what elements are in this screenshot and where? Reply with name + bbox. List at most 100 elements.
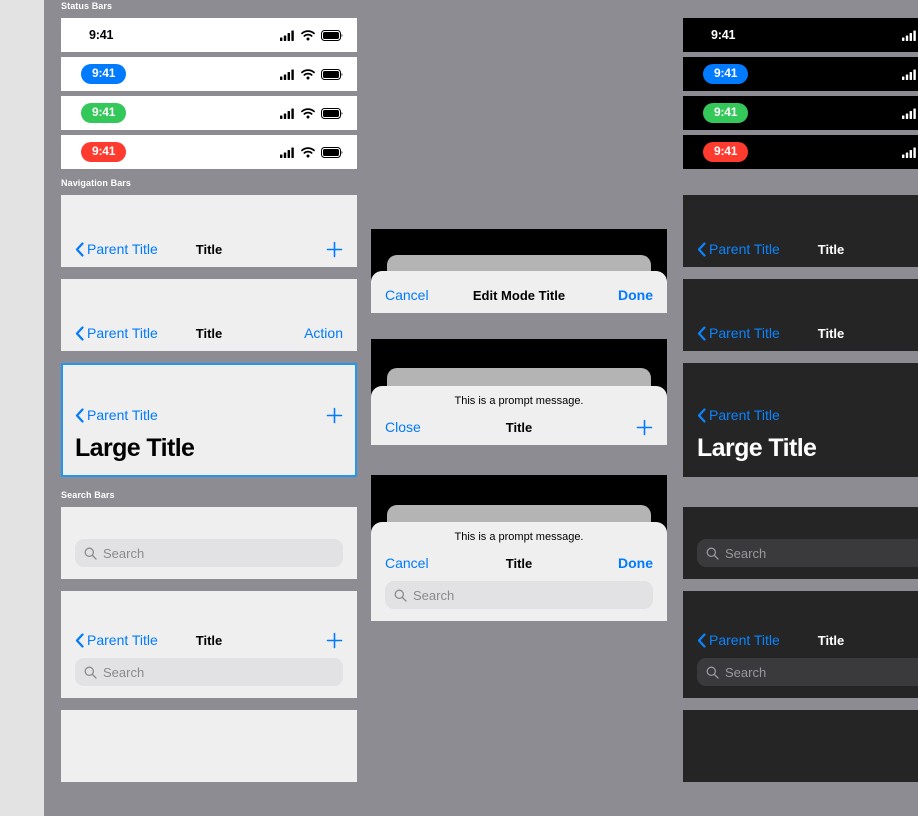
- section-navigation-bars: Navigation Bars Parent Title Title Paren…: [61, 177, 357, 477]
- modal-prompt-nav[interactable]: This is a prompt message. Close Title: [371, 339, 667, 445]
- search-input[interactable]: Search: [385, 581, 653, 609]
- cellular-icon: [280, 69, 294, 80]
- nav-row: Parent Title: [61, 397, 357, 433]
- section-navigation-bars-dark: Navigation Bars Parent Title Title: [683, 177, 918, 477]
- magnifier-icon: [706, 547, 719, 560]
- chevron-left-icon: [75, 241, 84, 257]
- search-placeholder: Search: [725, 545, 767, 561]
- nav-bar-title-action[interactable]: Parent Title Title Action: [61, 279, 357, 351]
- add-button[interactable]: [326, 241, 343, 258]
- status-bar-time-pill: 9:41: [703, 103, 749, 123]
- nav-row: Parent Title Title: [683, 622, 918, 658]
- search-input[interactable]: Search: [75, 658, 343, 686]
- cancel-button[interactable]: Cancel: [385, 287, 429, 303]
- back-button[interactable]: Parent Title: [697, 407, 780, 423]
- nav-bar-title-action-dark[interactable]: Parent Title Title: [683, 279, 918, 351]
- status-bar-icons: [902, 69, 918, 80]
- nav-row: Parent Title Title Action: [61, 315, 357, 351]
- section-label-status-bars: Status Bars: [61, 1, 113, 11]
- close-button[interactable]: Close: [385, 419, 421, 435]
- add-button[interactable]: [636, 419, 653, 436]
- large-title: Large Title: [697, 434, 817, 462]
- section-status-bars-dark: Status Bars 9:41: [683, 0, 918, 169]
- section-status-bars: Status Bars 9:41 9:41 9:41 9:41: [61, 0, 357, 169]
- status-bar-pill-blue-dark[interactable]: 9:41: [683, 57, 918, 91]
- search-bar-partial-clipped-dark[interactable]: [683, 710, 918, 782]
- battery-icon: [321, 68, 343, 80]
- done-button[interactable]: Done: [618, 555, 653, 571]
- cellular-icon: [280, 147, 294, 158]
- component-canvas: Status Bars 9:41 9:41 9:41 9:41 Navigati…: [44, 0, 918, 816]
- sheet-peek-card: [387, 368, 651, 388]
- nav-row: Parent Title Title: [61, 622, 357, 658]
- section-navigation-bars-modal: Navigation Bars Cancel Edit Mode Title D…: [371, 211, 667, 445]
- modal-column: Status Bars Navigation Bars Cancel Edit …: [371, 0, 667, 633]
- status-bar-pill-blue[interactable]: 9:41: [61, 57, 357, 91]
- prompt-message: This is a prompt message.: [454, 531, 584, 543]
- cancel-button[interactable]: Cancel: [385, 555, 429, 571]
- add-button[interactable]: [326, 632, 343, 649]
- back-button[interactable]: Parent Title: [75, 325, 158, 341]
- status-bar-plain[interactable]: 9:41: [61, 18, 357, 52]
- search-bar-with-nav-dark[interactable]: Parent Title Title Search: [683, 591, 918, 698]
- nav-bar-title-add-dark[interactable]: Parent Title Title: [683, 195, 918, 267]
- status-bar-pill-red-dark[interactable]: 9:41: [683, 135, 918, 169]
- search-bar-standalone[interactable]: Search: [61, 507, 357, 579]
- battery-icon: [321, 29, 343, 41]
- light-column: Status Bars 9:41 9:41 9:41 9:41 Navigati…: [61, 0, 357, 794]
- magnifier-icon: [706, 666, 719, 679]
- sheet-toolbar: Cancel Edit Mode Title Done: [371, 277, 667, 313]
- cellular-icon: [280, 108, 294, 119]
- modal-edit-mode[interactable]: Cancel Edit Mode Title Done: [371, 229, 667, 313]
- sheet-toolbar: Cancel Title Done: [371, 545, 667, 581]
- nav-row: Parent Title Title: [683, 315, 918, 351]
- done-button[interactable]: Done: [618, 287, 653, 303]
- search-input[interactable]: Search: [75, 539, 343, 567]
- nav-bar-large-title-dark[interactable]: Parent Title Large Title: [683, 363, 918, 477]
- status-bar-plain-dark[interactable]: 9:41: [683, 18, 918, 52]
- search-input[interactable]: Search: [697, 539, 918, 567]
- status-bar-pill-green[interactable]: 9:41: [61, 96, 357, 130]
- chevron-left-icon: [697, 325, 706, 341]
- status-bar-time-pill: 9:41: [81, 103, 127, 123]
- modal-prompt-search[interactable]: This is a prompt message. Cancel Title D…: [371, 475, 667, 621]
- section-status-bars-modal: Status Bars: [371, 0, 667, 203]
- section-search-bars: Search Bars Search Parent Title Title Se…: [61, 489, 357, 782]
- search-bar-standalone-dark[interactable]: Search: [683, 507, 918, 579]
- wifi-icon: [301, 146, 315, 157]
- status-bar-pill-green-dark[interactable]: 9:41: [683, 96, 918, 130]
- status-bar-icons: [280, 29, 343, 41]
- back-button[interactable]: Parent Title: [75, 407, 158, 423]
- battery-icon: [321, 107, 343, 119]
- nav-bar-title-add[interactable]: Parent Title Title: [61, 195, 357, 267]
- back-button-label: Parent Title: [87, 632, 158, 648]
- back-button-label: Parent Title: [87, 241, 158, 257]
- back-button[interactable]: Parent Title: [75, 632, 158, 648]
- back-button[interactable]: Parent Title: [697, 241, 780, 257]
- status-bar-time: 9:41: [711, 28, 736, 42]
- back-button-label: Parent Title: [87, 407, 158, 423]
- magnifier-icon: [84, 666, 97, 679]
- status-bar-icons: [280, 107, 343, 119]
- search-input[interactable]: Search: [697, 658, 918, 686]
- action-button[interactable]: Action: [304, 325, 343, 341]
- back-button[interactable]: Parent Title: [697, 632, 780, 648]
- back-button-label: Parent Title: [709, 632, 780, 648]
- large-title: Large Title: [75, 434, 195, 462]
- wifi-icon: [301, 107, 315, 118]
- search-bar-with-nav[interactable]: Parent Title Title Search: [61, 591, 357, 698]
- add-button[interactable]: [326, 407, 343, 424]
- nav-bar-large-title[interactable]: Parent Title Large Title: [61, 363, 357, 477]
- status-bar-time-pill: 9:41: [703, 64, 749, 84]
- left-rail: [0, 0, 44, 816]
- nav-row: Parent Title Title: [683, 231, 918, 267]
- back-button[interactable]: Parent Title: [75, 241, 158, 257]
- back-button[interactable]: Parent Title: [697, 325, 780, 341]
- search-bar-partial-clipped[interactable]: [61, 710, 357, 782]
- status-bar-icons: [280, 68, 343, 80]
- cellular-icon: [902, 69, 916, 80]
- section-search-bars-dark: Search Bars Search: [683, 489, 918, 782]
- status-bar-pill-red[interactable]: 9:41: [61, 135, 357, 169]
- cellular-icon: [902, 108, 916, 119]
- wifi-icon: [301, 68, 315, 79]
